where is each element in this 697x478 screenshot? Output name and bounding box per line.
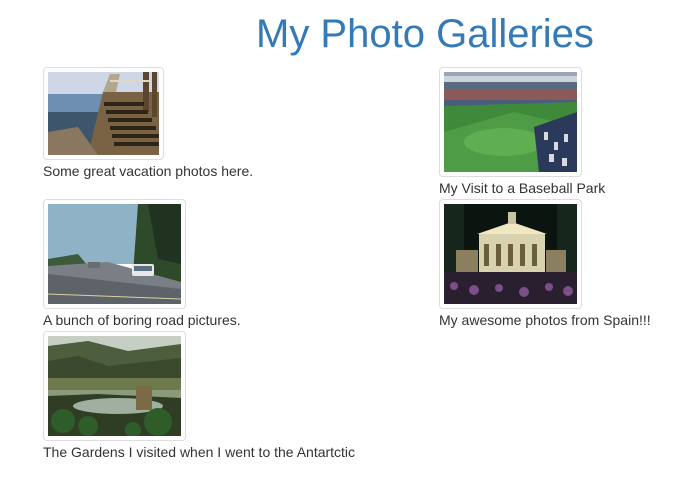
gallery-caption[interactable]: The Gardens I visited when I went to the… — [43, 442, 355, 462]
gallery-caption[interactable]: My awesome photos from Spain!!! — [439, 310, 651, 330]
gallery-thumbnail-baseball[interactable] — [439, 67, 582, 177]
gallery-thumbnail-vacation[interactable] — [43, 67, 164, 160]
page-title: My Photo Galleries — [256, 12, 594, 56]
gallery-caption[interactable]: Some great vacation photos here. — [43, 161, 253, 181]
gallery-caption[interactable]: My Visit to a Baseball Park — [439, 178, 605, 198]
gallery-link-spain[interactable]: My awesome photos from Spain!!! — [439, 199, 697, 332]
seaside-stone-stairs-photo — [48, 72, 159, 155]
gallery-link-vacation[interactable]: Some great vacation photos here. — [43, 67, 343, 182]
gallery-link-road[interactable]: A bunch of boring road pictures. — [43, 199, 343, 332]
photo-galleries-page: My Photo Galleries Some great vacation p… — [0, 0, 697, 478]
baseball-stadium-photo — [444, 72, 577, 172]
gallery-thumbnail-gardens[interactable] — [43, 331, 186, 441]
gallery-thumbnail-spain[interactable] — [439, 199, 582, 309]
gallery-thumbnail-road[interactable] — [43, 199, 186, 309]
garden-pond-photo — [48, 336, 181, 436]
gallery-link-gardens[interactable]: The Gardens I visited when I went to the… — [43, 331, 403, 464]
gallery-caption[interactable]: A bunch of boring road pictures. — [43, 310, 241, 330]
gallery-link-baseball[interactable]: My Visit to a Baseball Park — [439, 67, 697, 197]
highway-road-photo — [48, 204, 181, 304]
illuminated-theater-night-photo — [444, 204, 577, 304]
